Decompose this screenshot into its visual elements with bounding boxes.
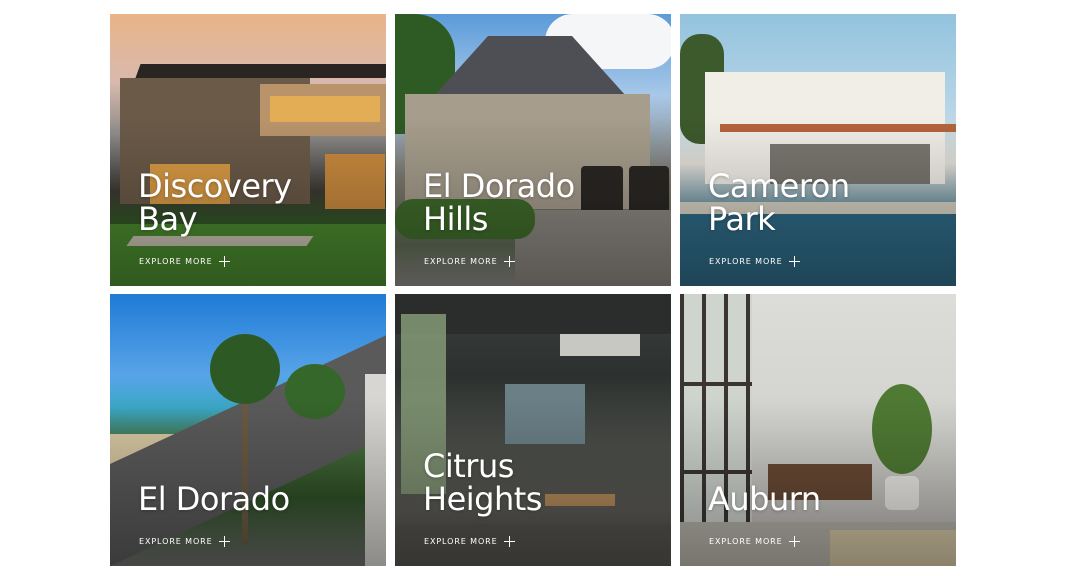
explore-more-label: EXPLORE MORE [709, 537, 783, 546]
explore-more-label: EXPLORE MORE [424, 537, 498, 546]
explore-more-link[interactable]: EXPLORE MORE [139, 256, 230, 267]
explore-more-label: EXPLORE MORE [424, 257, 498, 266]
plus-icon [218, 536, 230, 547]
plus-icon [503, 256, 515, 267]
card-title: El Dorado Hills [423, 167, 575, 238]
location-card-el-dorado-hills[interactable]: El Dorado Hills EXPLORE MORE [395, 14, 671, 286]
plus-icon [788, 536, 800, 547]
explore-more-link[interactable]: EXPLORE MORE [139, 536, 230, 547]
explore-more-label: EXPLORE MORE [139, 537, 213, 546]
location-card-discovery-bay[interactable]: Discovery Bay EXPLORE MORE [110, 14, 386, 286]
location-card-citrus-heights[interactable]: Citrus Heights EXPLORE MORE [395, 294, 671, 566]
card-title: Citrus Heights [423, 447, 542, 518]
explore-more-link[interactable]: EXPLORE MORE [424, 536, 515, 547]
card-title: Discovery Bay [138, 167, 292, 238]
plus-icon [788, 256, 800, 267]
location-grid: Discovery Bay EXPLORE MORE El Dorado Hil… [110, 14, 956, 566]
plus-icon [218, 256, 230, 267]
explore-more-label: EXPLORE MORE [709, 257, 783, 266]
plus-icon [503, 536, 515, 547]
explore-more-link[interactable]: EXPLORE MORE [424, 256, 515, 267]
card-title: El Dorado [138, 480, 290, 518]
location-card-cameron-park[interactable]: Cameron Park EXPLORE MORE [680, 14, 956, 286]
location-card-auburn[interactable]: Auburn EXPLORE MORE [680, 294, 956, 566]
explore-more-link[interactable]: EXPLORE MORE [709, 256, 800, 267]
card-title: Auburn [708, 480, 821, 518]
explore-more-link[interactable]: EXPLORE MORE [709, 536, 800, 547]
location-card-el-dorado[interactable]: El Dorado EXPLORE MORE [110, 294, 386, 566]
explore-more-label: EXPLORE MORE [139, 257, 213, 266]
card-title: Cameron Park [708, 167, 850, 238]
